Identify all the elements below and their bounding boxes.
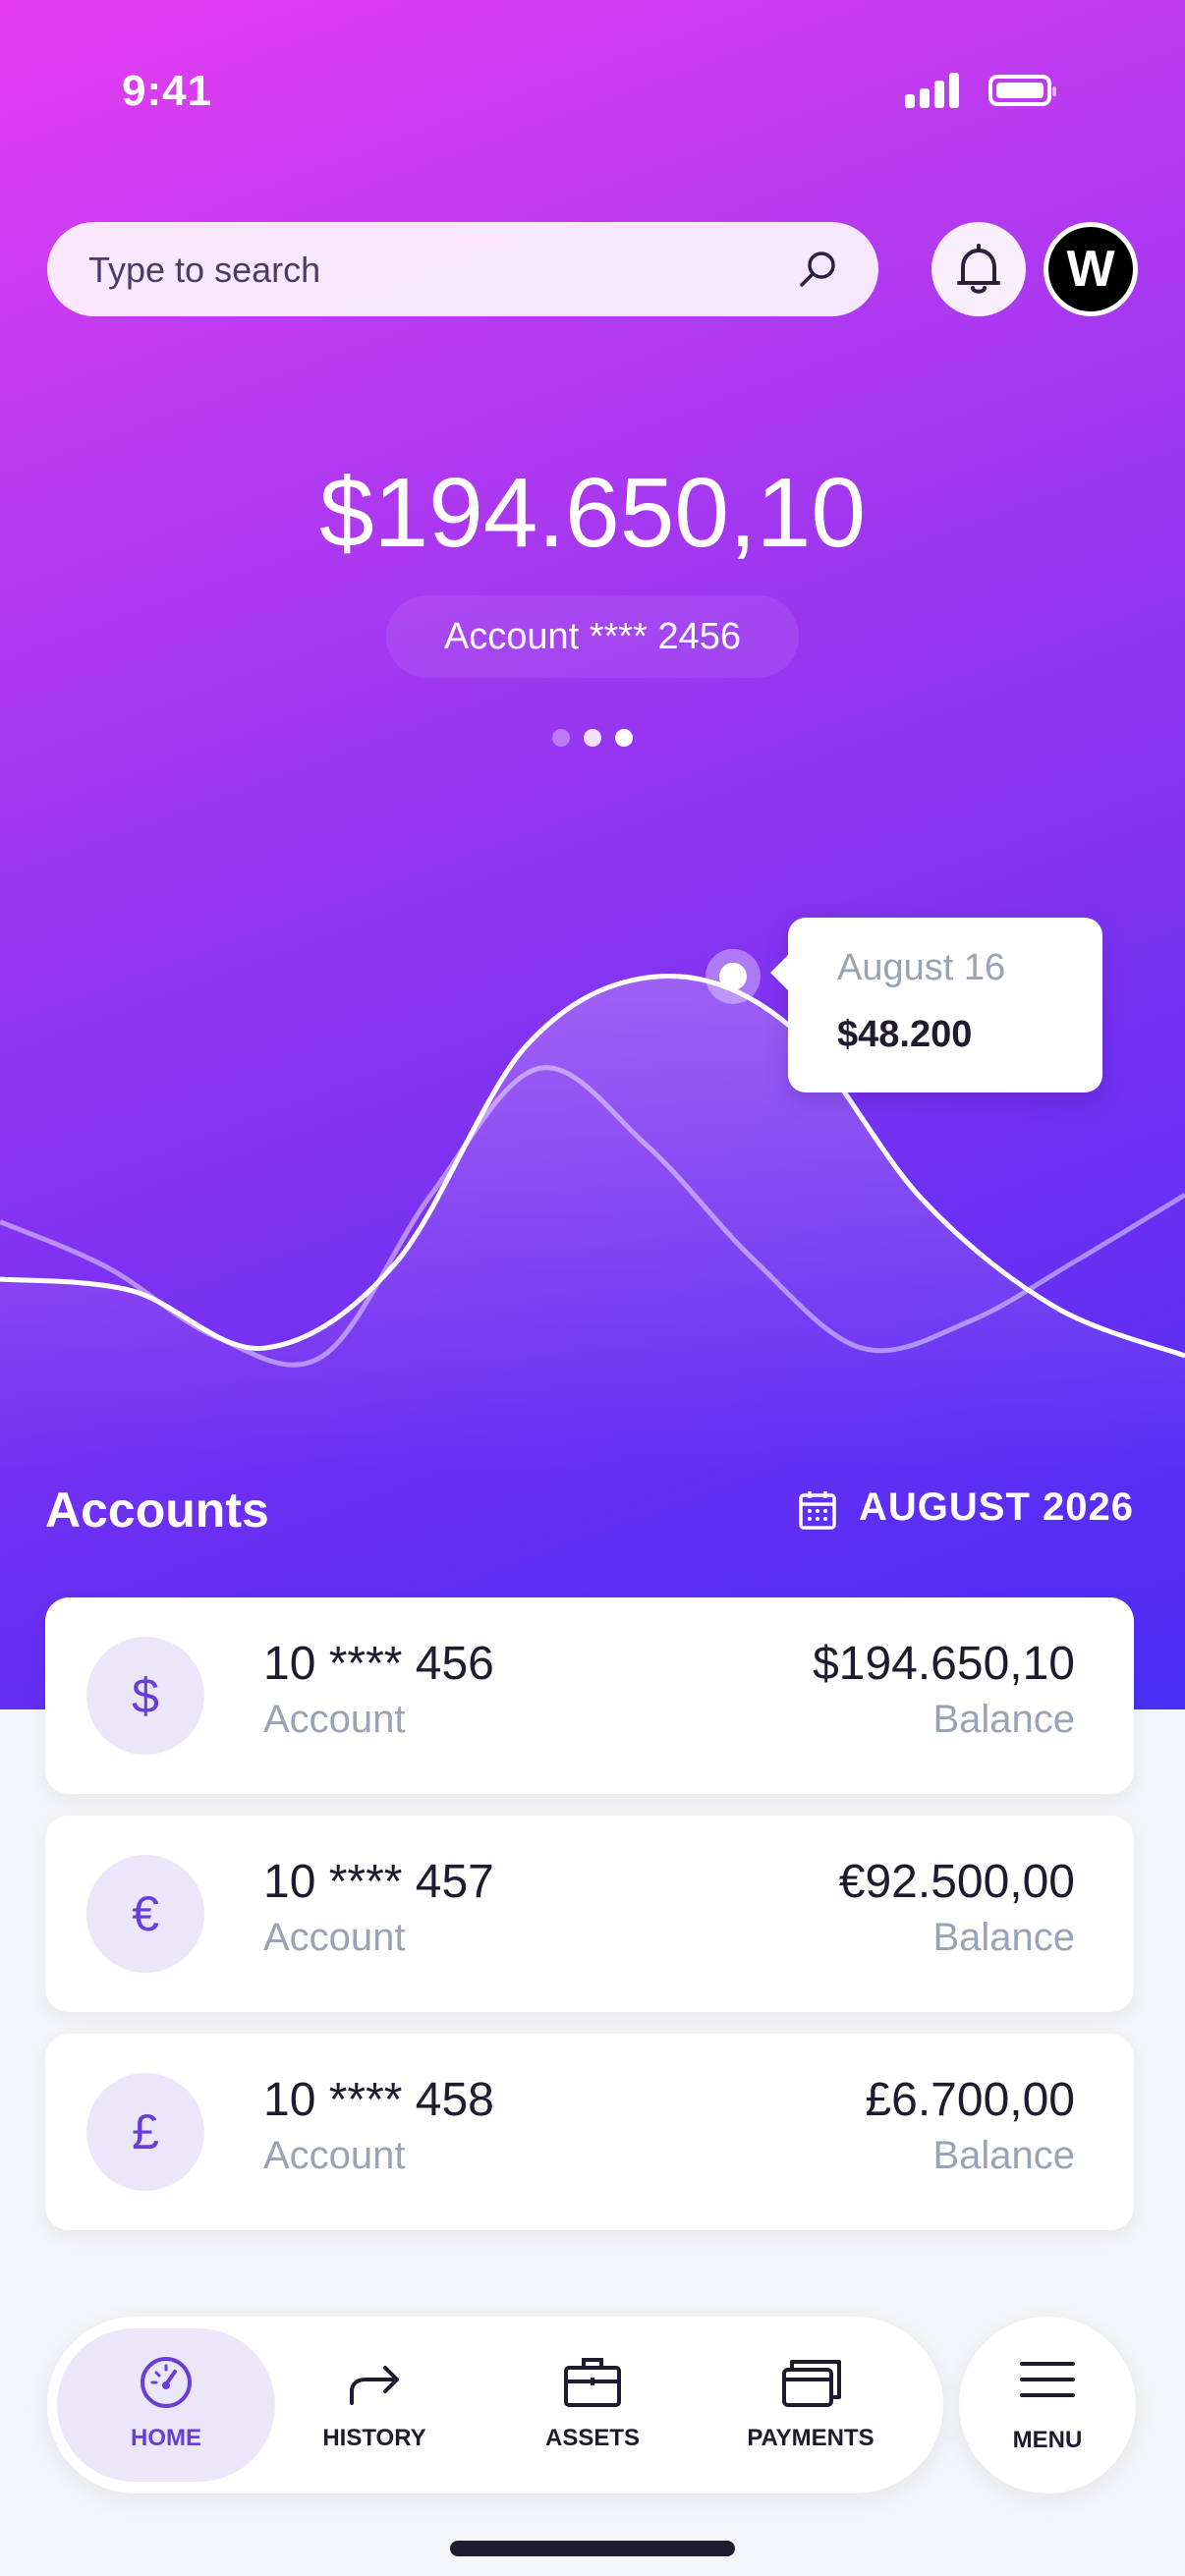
search-input[interactable] (86, 222, 798, 318)
account-number: 10 **** 456 (263, 1638, 494, 1690)
avatar[interactable]: W (1044, 222, 1138, 316)
cards-icon (782, 2360, 841, 2407)
status-time: 9:41 (122, 67, 213, 115)
home-indicator (450, 2541, 735, 2556)
nav-history-label: HISTORY (322, 2425, 426, 2451)
page-dot[interactable] (552, 729, 570, 747)
total-balance: $194.650,10 (318, 458, 867, 568)
account-number: 10 **** 458 (263, 2074, 494, 2126)
app-screen: 9:41 W $194.650,10 Account **** 2456 (0, 0, 1185, 2576)
account-label: Account (263, 1916, 406, 1959)
search-icon[interactable] (796, 248, 839, 291)
briefcase-icon (564, 2358, 621, 2407)
dashboard-icon (141, 2357, 192, 2408)
page-indicator[interactable] (550, 729, 639, 749)
nav-payments-label: PAYMENTS (747, 2425, 875, 2451)
nav-home[interactable]: HOME (47, 2317, 275, 2493)
pound-icon: £ (86, 2073, 204, 2191)
balance-label: Balance (932, 2134, 1075, 2177)
battery-icon (988, 75, 1056, 106)
account-balance: $194.650,10 (813, 1638, 1075, 1690)
balance-label: Balance (932, 1916, 1075, 1959)
calendar-icon[interactable] (798, 1489, 837, 1531)
chart-marker[interactable] (719, 962, 747, 990)
search-bar[interactable] (47, 222, 878, 318)
page-dot[interactable] (615, 729, 633, 747)
nav-home-label: HOME (131, 2425, 201, 2451)
tooltip-date: August 16 (837, 947, 1006, 988)
account-card[interactable]: € 10 **** 457 Account €92.500,00 Balance (45, 1816, 1134, 2012)
signal-icon (905, 73, 960, 108)
chart-tooltip: August 16 $48.200 (770, 918, 1102, 1092)
balance-label: Balance (932, 1698, 1075, 1741)
page-dot[interactable] (584, 729, 601, 747)
tooltip-value: $48.200 (837, 1014, 973, 1055)
forward-arrow-icon (350, 2366, 399, 2405)
bottom-nav: HOME HISTORY ASSETS PAYMENTS (47, 2317, 943, 2493)
account-label: Account (263, 1698, 406, 1741)
nav-payments[interactable]: PAYMENTS (702, 2317, 920, 2493)
menu-button[interactable]: MENU (959, 2317, 1136, 2493)
account-card[interactable]: $ 10 **** 456 Account $194.650,10 Balanc… (45, 1597, 1134, 1794)
euro-icon: € (86, 1855, 204, 1973)
dollar-icon: $ (86, 1637, 204, 1755)
menu-label: MENU (1012, 2427, 1083, 2453)
account-balance: €92.500,00 (838, 1856, 1075, 1908)
account-balance: £6.700,00 (865, 2074, 1075, 2126)
nav-assets[interactable]: ASSETS (483, 2317, 702, 2493)
accounts-title: Accounts (45, 1483, 269, 1538)
account-card[interactable]: £ 10 **** 458 Account £6.700,00 Balance (45, 2034, 1134, 2230)
nav-assets-label: ASSETS (544, 2425, 641, 2451)
hamburger-icon (1020, 2362, 1075, 2397)
nav-history[interactable]: HISTORY (265, 2317, 483, 2493)
account-label: Account (263, 2134, 406, 2177)
account-selector[interactable]: Account **** 2456 (386, 595, 799, 678)
notifications-button[interactable] (931, 222, 1026, 316)
period-selector[interactable]: AUGUST 2026 (859, 1485, 1134, 1530)
account-number: 10 **** 457 (263, 1856, 494, 1908)
bell-icon (957, 244, 1000, 294)
